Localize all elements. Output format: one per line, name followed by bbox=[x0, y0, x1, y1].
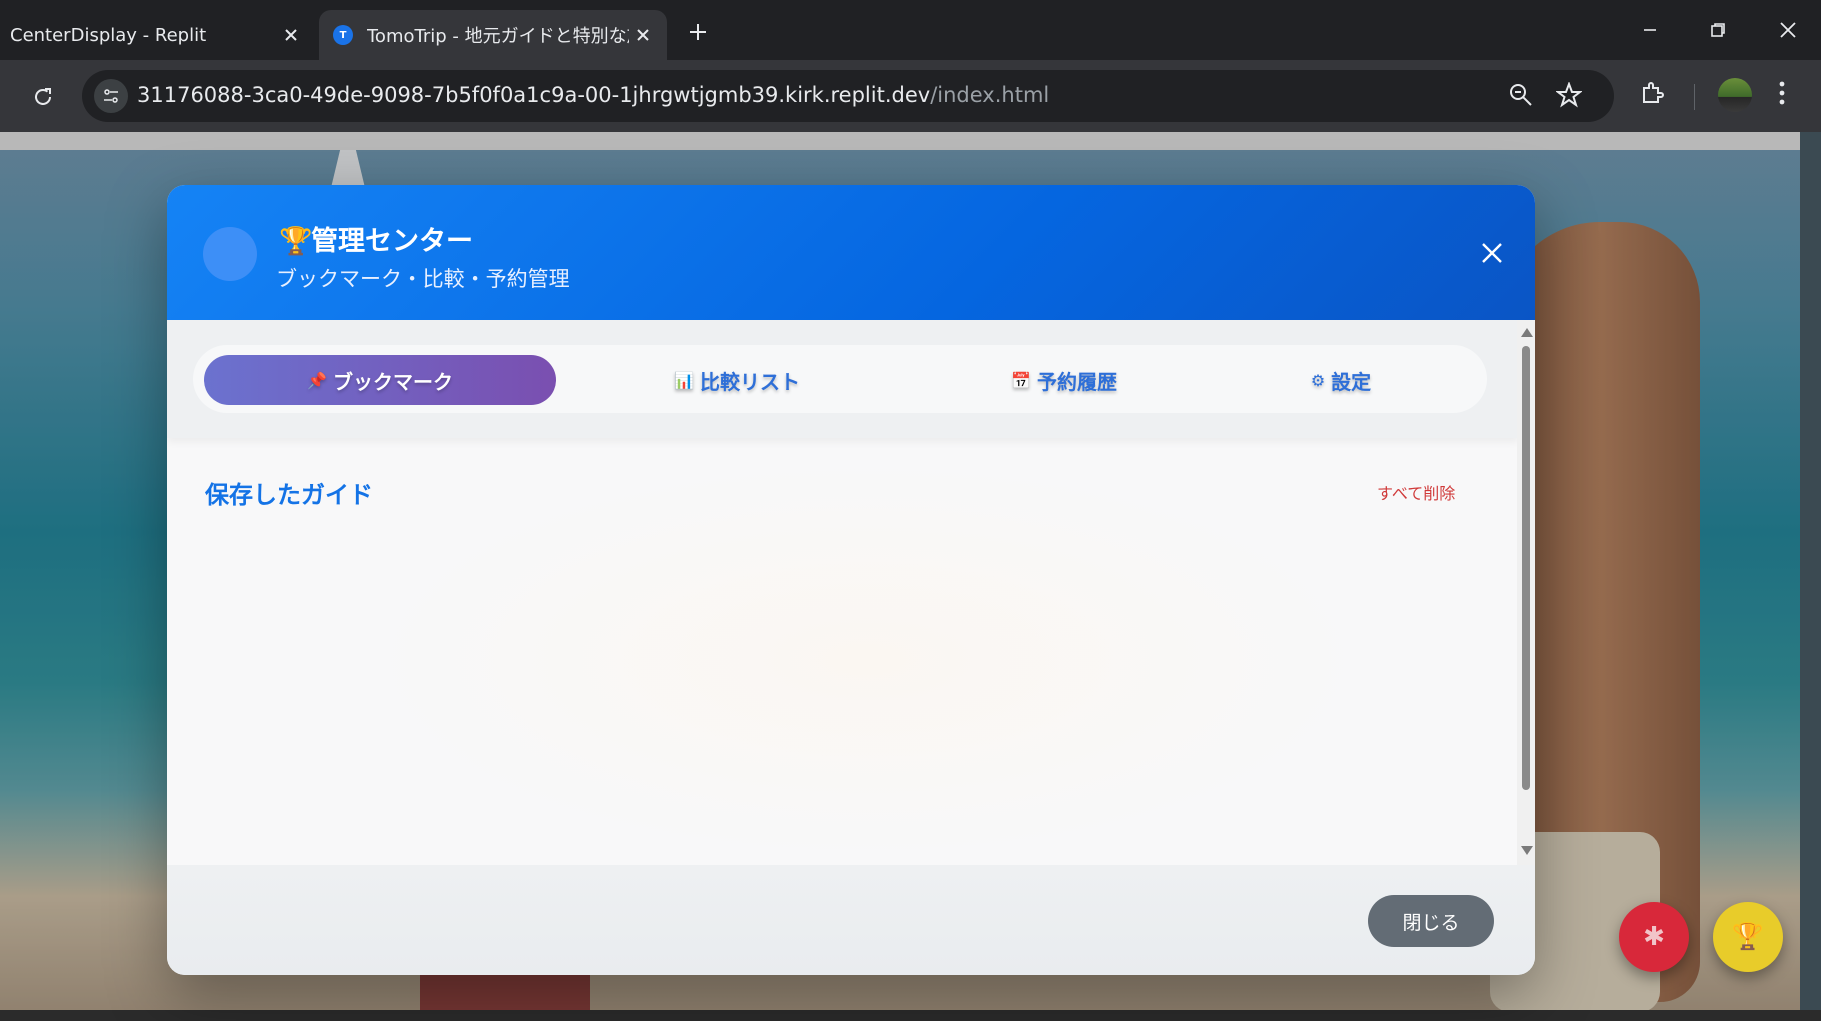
tab-close-icon[interactable] bbox=[629, 21, 657, 49]
scroll-thumb[interactable] bbox=[1522, 346, 1530, 790]
admin-center-modal: 🏆管理センター ブックマーク・比較・予約管理 📌 ブックマーク 📊 比較リスト … bbox=[167, 185, 1535, 975]
url-path: /index.html bbox=[930, 83, 1050, 107]
tab-label: ブックマーク bbox=[332, 369, 453, 394]
tab-bookmarks[interactable]: 📌 ブックマーク bbox=[204, 355, 556, 405]
header-avatar-circle bbox=[203, 227, 257, 281]
minimize-icon[interactable] bbox=[1626, 8, 1674, 52]
url-text[interactable]: 31176088-3ca0-49de-9098-7b5f0f0a1c9a-00-… bbox=[137, 83, 1049, 107]
bar-chart-icon: 📊 bbox=[674, 370, 694, 390]
toolbar-divider bbox=[1694, 84, 1695, 110]
tab-title: CenterDisplay - Replit bbox=[10, 24, 207, 46]
modal-header: 🏆管理センター ブックマーク・比較・予約管理 bbox=[167, 185, 1535, 320]
url-host: 31176088-3ca0-49de-9098-7b5f0f0a1c9a-00-… bbox=[137, 83, 931, 107]
gear-icon: ✱ bbox=[1643, 922, 1665, 952]
tab-compare[interactable]: 📊 比較リスト bbox=[561, 355, 913, 405]
trophy-icon: 🏆 bbox=[1731, 922, 1765, 952]
bookmark-star-icon[interactable] bbox=[1555, 81, 1583, 112]
tab-label: 比較リスト bbox=[699, 369, 800, 394]
admin-center-fab[interactable]: 🏆 bbox=[1713, 902, 1783, 972]
extensions-icon[interactable] bbox=[1640, 80, 1666, 110]
trophy-icon: 🏆 bbox=[279, 226, 313, 257]
tab-settings[interactable]: ⚙ 設定 bbox=[1165, 355, 1517, 405]
tab-pill-container: 📌 ブックマーク 📊 比較リスト 📅 予約履歴 ⚙ 設定 bbox=[193, 345, 1487, 413]
profile-avatar[interactable] bbox=[1718, 78, 1752, 112]
new-tab-icon[interactable] bbox=[680, 14, 716, 50]
modal-subtitle: ブックマーク・比較・予約管理 bbox=[276, 267, 570, 291]
tab-strip: CenterDisplay - Replit T TomoTrip - 地元ガイ… bbox=[0, 0, 1821, 60]
modal-title: 🏆管理センター bbox=[279, 219, 473, 258]
page-top-strip bbox=[0, 132, 1800, 150]
settings-fab[interactable]: ✱ bbox=[1619, 902, 1689, 972]
browser-tab-tomotrip[interactable]: T TomoTrip - 地元ガイドと特別な旅 bbox=[319, 10, 667, 60]
pushpin-icon: 📌 bbox=[307, 370, 327, 390]
restore-icon[interactable] bbox=[1694, 8, 1742, 52]
modal-body: 📌 ブックマーク 📊 比較リスト 📅 予約履歴 ⚙ 設定 保存したガイド すべて… bbox=[167, 320, 1519, 865]
modal-close-icon[interactable] bbox=[1472, 233, 1512, 273]
tab-bar: 📌 ブックマーク 📊 比較リスト 📅 予約履歴 ⚙ 設定 bbox=[167, 320, 1519, 438]
modal-footer: 閉じる bbox=[167, 865, 1535, 975]
browser-toolbar: 31176088-3ca0-49de-9098-7b5f0f0a1c9a-00-… bbox=[0, 60, 1821, 132]
delete-all-link[interactable]: すべて削除 bbox=[1377, 480, 1455, 504]
tab-label: 予約履歴 bbox=[1036, 369, 1117, 394]
window-close-icon[interactable] bbox=[1764, 8, 1812, 52]
scroll-down-icon[interactable] bbox=[1521, 846, 1533, 855]
bottom-bar bbox=[0, 1010, 1821, 1021]
page-scrollbar[interactable] bbox=[1800, 132, 1821, 1021]
tab-label: 設定 bbox=[1331, 369, 1372, 394]
browser-tab-centerdisplay[interactable]: CenterDisplay - Replit bbox=[0, 10, 315, 60]
background-blur bbox=[367, 460, 1367, 860]
modal-scrollbar[interactable] bbox=[1517, 320, 1535, 865]
site-info-icon[interactable] bbox=[94, 79, 128, 113]
saved-guides-heading: 保存したガイド bbox=[205, 481, 373, 509]
zoom-icon[interactable] bbox=[1508, 82, 1534, 112]
close-button[interactable]: 閉じる bbox=[1368, 895, 1494, 947]
calendar-icon: 📅 bbox=[1011, 370, 1031, 390]
scroll-up-icon[interactable] bbox=[1521, 328, 1533, 337]
modal-title-text: 管理センター bbox=[311, 226, 473, 257]
tab-close-icon[interactable] bbox=[277, 21, 305, 49]
address-bar[interactable]: 31176088-3ca0-49de-9098-7b5f0f0a1c9a-00-… bbox=[82, 70, 1614, 122]
tab-title: TomoTrip - 地元ガイドと特別な旅 bbox=[367, 26, 629, 47]
gear-icon: ⚙ bbox=[1310, 370, 1326, 390]
reload-icon[interactable] bbox=[24, 78, 62, 116]
tomotrip-favicon-icon: T bbox=[333, 25, 353, 45]
kebab-menu-icon[interactable] bbox=[1778, 80, 1786, 110]
